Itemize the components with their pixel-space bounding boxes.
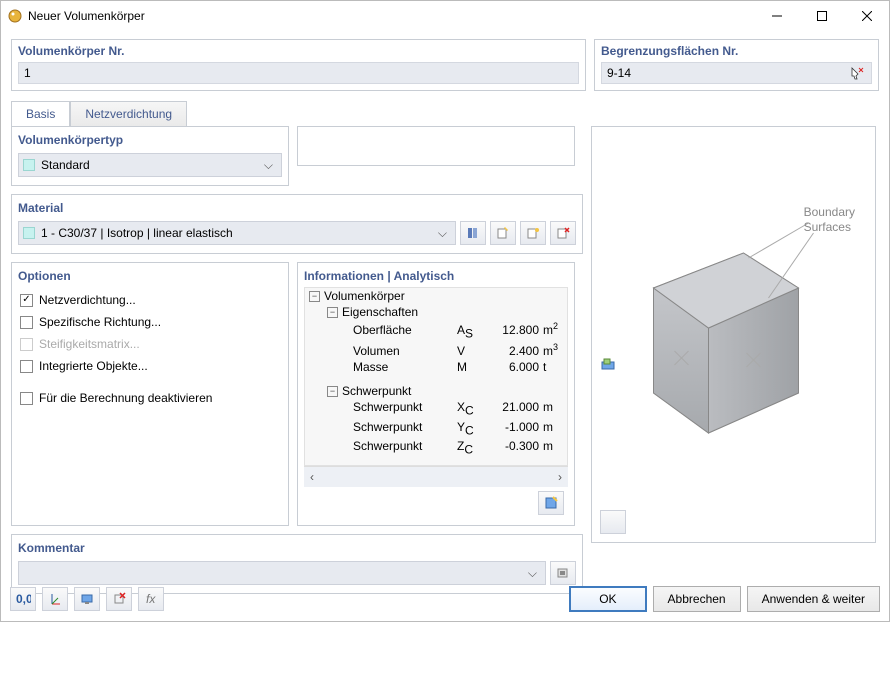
comment-label: Kommentar [18, 541, 576, 555]
minimize-button[interactable] [754, 1, 799, 31]
property-centroid-y: SchwerpunktYC-1.000m [305, 419, 567, 438]
function-button[interactable]: fx [138, 587, 164, 611]
solid-number-panel: Volumenkörper Nr. 1 [11, 39, 586, 91]
chevron-down-icon: ⌵ [434, 226, 451, 241]
tab-mesh-refinement[interactable]: Netzverdichtung [70, 101, 187, 126]
tab-basis[interactable]: Basis [11, 101, 70, 126]
display-button[interactable] [74, 587, 100, 611]
window-title: Neuer Volumenkörper [28, 9, 754, 23]
property-centroid-x: SchwerpunktXC21.000m [305, 399, 567, 418]
solid-3d-preview[interactable] [598, 133, 869, 463]
tree-node-properties[interactable]: −Eigenschaften [305, 304, 567, 320]
checkbox-icon [20, 316, 33, 329]
svg-text:0,00: 0,00 [16, 592, 31, 606]
units-button[interactable]: 0,00 [10, 587, 36, 611]
ok-button[interactable]: OK [569, 586, 646, 612]
reset-button[interactable] [106, 587, 132, 611]
checkbox-checked-icon [20, 294, 33, 307]
solid-type-panel: Volumenkörpertyp Standard ⌵ [11, 126, 289, 186]
tree-node-solid[interactable]: −Volumenkörper [305, 288, 567, 304]
property-volume: VolumenV2.400m3 [305, 341, 567, 359]
option-stiffness-matrix: Steifigkeitsmatrix... [18, 333, 282, 355]
boundary-surfaces-field[interactable]: 9-14 [601, 62, 872, 84]
material-dropdown[interactable]: 1 - C30/37 | Isotrop | linear elastisch … [18, 221, 456, 245]
boundary-surfaces-label: Begrenzungsflächen Nr. [601, 44, 872, 58]
option-mesh-refinement[interactable]: Netzverdichtung... [18, 289, 282, 311]
solid-number-label: Volumenkörper Nr. [18, 44, 579, 58]
preview-annotation: BoundarySurfaces [804, 205, 855, 235]
checkbox-icon [20, 360, 33, 373]
collapse-icon: − [309, 291, 320, 302]
cancel-button[interactable]: Abbrechen [653, 586, 741, 612]
material-new-button[interactable] [490, 221, 516, 245]
property-mass: MasseM6.000t [305, 359, 567, 375]
tabs: Basis Netzverdichtung [11, 101, 879, 126]
chevron-down-icon: ⌵ [524, 566, 541, 581]
information-label: Informationen | Analytisch [304, 269, 568, 283]
chevron-down-icon: ⌵ [260, 158, 277, 173]
preview-show-button[interactable] [600, 510, 626, 534]
options-panel: Optionen Netzverdichtung... Spezifische … [11, 262, 289, 526]
option-deactivate-calculation[interactable]: Für die Berechnung deaktivieren [18, 387, 282, 409]
options-label: Optionen [18, 269, 282, 283]
apply-continue-button[interactable]: Anwenden & weiter [747, 586, 880, 612]
boundary-surfaces-panel: Begrenzungsflächen Nr. 9-14 [594, 39, 879, 91]
collapse-icon: − [327, 307, 338, 318]
option-specific-direction[interactable]: Spezifische Richtung... [18, 311, 282, 333]
empty-info-panel [297, 126, 575, 166]
solid-type-dropdown[interactable]: Standard ⌵ [18, 153, 282, 177]
scroll-left-icon[interactable]: ‹ [310, 470, 314, 484]
solid-type-label: Volumenkörpertyp [18, 133, 282, 147]
svg-text:fx: fx [146, 592, 156, 606]
app-icon [7, 8, 23, 24]
checkbox-icon [20, 338, 33, 351]
info-scroll-bar[interactable]: ‹› [304, 466, 568, 487]
comment-pick-button[interactable] [550, 561, 576, 585]
option-integrated-objects[interactable]: Integrierte Objekte... [18, 355, 282, 377]
close-button[interactable] [844, 1, 889, 31]
material-delete-button[interactable] [550, 221, 576, 245]
title-bar: Neuer Volumenkörper [1, 1, 889, 31]
axes-button[interactable] [42, 587, 68, 611]
material-edit-button[interactable] [520, 221, 546, 245]
tree-node-centroid[interactable]: −Schwerpunkt [305, 383, 567, 399]
scroll-right-icon[interactable]: › [558, 470, 562, 484]
collapse-icon: − [327, 386, 338, 397]
comment-panel: Kommentar ⌵ [11, 534, 583, 594]
dialog-footer: 0,00 fx OK Abbrechen Anwenden & weiter [10, 586, 880, 612]
material-panel: Material 1 - C30/37 | Isotrop | linear e… [11, 194, 583, 254]
material-label: Material [18, 201, 576, 215]
solid-number-value: 1 [18, 62, 579, 84]
pick-surfaces-icon[interactable] [848, 64, 866, 82]
material-library-button[interactable] [460, 221, 486, 245]
information-panel: Informationen | Analytisch −Volumenkörpe… [297, 262, 575, 526]
preview-panel: BoundarySurfaces [591, 126, 876, 543]
checkbox-icon [20, 392, 33, 405]
property-surface-area: OberflächeAS12.800m2 [305, 320, 567, 341]
info-calculate-button[interactable] [538, 491, 564, 515]
property-centroid-z: SchwerpunktZC-0.300m [305, 438, 567, 457]
maximize-button[interactable] [799, 1, 844, 31]
comment-dropdown[interactable]: ⌵ [18, 561, 546, 585]
